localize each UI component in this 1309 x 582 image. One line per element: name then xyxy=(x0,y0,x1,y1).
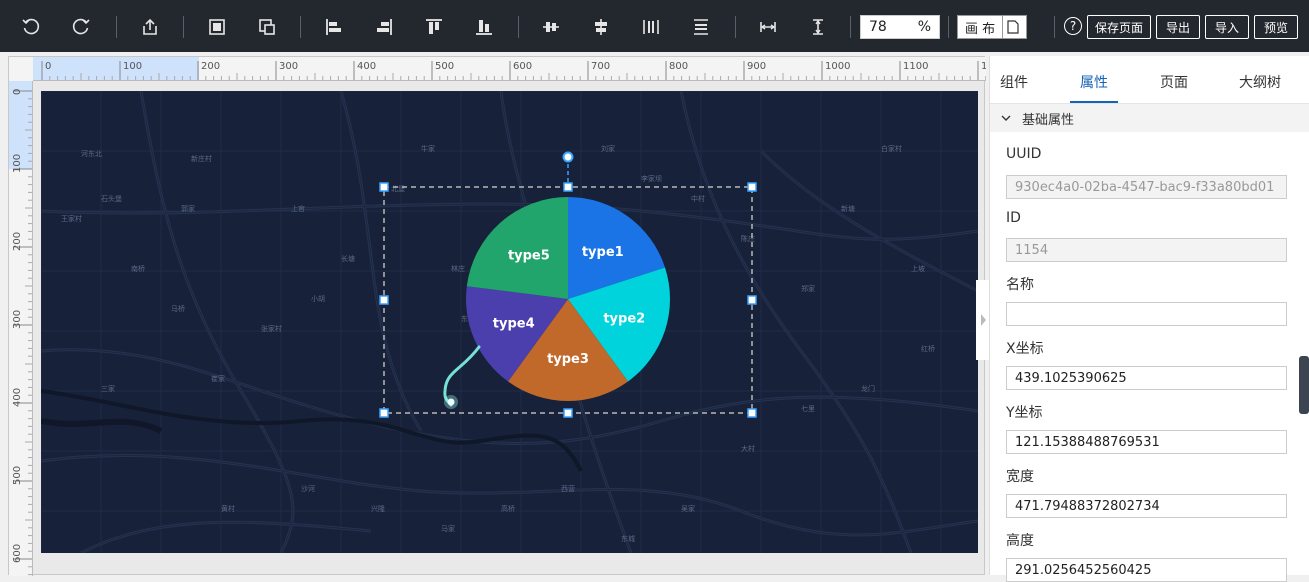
tab-properties[interactable]: 属性 xyxy=(1080,72,1108,92)
zoom-input[interactable]: 78 % xyxy=(860,15,940,39)
panel-collapse-handle[interactable] xyxy=(976,280,990,360)
height-label: 高度 xyxy=(1006,533,1034,549)
pie-slice-label: type4 xyxy=(493,316,535,331)
align-top-icon[interactable] xyxy=(421,14,447,40)
distribute-h-icon[interactable] xyxy=(638,14,664,40)
import-button[interactable]: 导入 xyxy=(1205,15,1249,39)
save-page-button[interactable]: 保存页面 xyxy=(1087,15,1151,39)
ruler-tick-label: 200 xyxy=(201,61,220,72)
send-back-icon[interactable] xyxy=(254,14,280,40)
tab-outline[interactable]: 大纲树 xyxy=(1239,72,1281,92)
align-bottom-icon[interactable] xyxy=(471,14,497,40)
glow-dot xyxy=(447,398,455,406)
pie-slice-label: type3 xyxy=(547,352,589,367)
share-icon[interactable] xyxy=(137,14,163,40)
ruler-tick-label: 0 xyxy=(12,89,23,95)
align-right-icon[interactable] xyxy=(371,14,397,40)
tab-components[interactable]: 组件 xyxy=(1000,72,1028,92)
align-center-v-icon[interactable] xyxy=(588,14,614,40)
editor-area: 010020030040050060070080090010001100120 … xyxy=(8,56,986,576)
ruler-tick-label: 400 xyxy=(357,61,376,72)
distribute-v-icon[interactable] xyxy=(688,14,714,40)
tab-page[interactable]: 页面 xyxy=(1160,72,1188,92)
name-label: 名称 xyxy=(1006,277,1034,293)
redo-icon[interactable] xyxy=(68,14,94,40)
panel-tabs: 组件 属性 页面 大纲树 xyxy=(990,56,1309,104)
zoom-value: 78 xyxy=(869,19,887,35)
ruler-tick-label: 700 xyxy=(591,61,610,72)
zoom-unit: % xyxy=(917,19,931,35)
ruler-corner xyxy=(9,57,33,81)
id-field: 1154 xyxy=(1006,238,1287,262)
equal-height-icon[interactable] xyxy=(805,14,831,40)
resize-handle[interactable] xyxy=(747,408,757,418)
undo-icon[interactable] xyxy=(18,14,44,40)
help-icon[interactable]: ? xyxy=(1064,17,1082,35)
uuid-label: UUID xyxy=(1006,146,1042,162)
resize-handle[interactable] xyxy=(563,182,573,192)
ruler-tick-label: 300 xyxy=(279,61,298,72)
canvas-stage[interactable]: 河东北石头堡王家村新庄村郭家南桥马桥三家崔家张家村上官小胡长塘北堡牛家林庄东港下… xyxy=(41,91,978,553)
ruler-tick-label: 0 xyxy=(45,61,51,72)
page-icon xyxy=(1002,16,1022,38)
align-center-h-icon[interactable] xyxy=(538,14,564,40)
resize-handle[interactable] xyxy=(379,295,389,305)
toolbar: 78 % 画 布 ? 保存页面 导出 导入 预览 xyxy=(0,0,1309,52)
pie-slice-label: type5 xyxy=(508,249,550,264)
resize-handle[interactable] xyxy=(379,408,389,418)
ruler-tick-label: 900 xyxy=(747,61,766,72)
section-title: 基础属性 xyxy=(1022,112,1075,128)
height-field[interactable]: 291.0256452560425 xyxy=(1006,558,1287,582)
x-label: X坐标 xyxy=(1006,341,1044,357)
preview-button[interactable]: 预览 xyxy=(1254,15,1298,39)
ruler-tick-label: 120 xyxy=(981,61,986,72)
canvas-button[interactable]: 画 布 xyxy=(957,15,1027,39)
export-button[interactable]: 导出 xyxy=(1156,15,1200,39)
ruler-tick-label: 300 xyxy=(12,310,23,329)
resize-handle[interactable] xyxy=(563,408,573,418)
side-scrollbar[interactable] xyxy=(1299,356,1309,414)
pie-slice-label: type1 xyxy=(582,245,624,260)
width-label: 宽度 xyxy=(1006,469,1034,485)
resize-handle[interactable] xyxy=(747,295,757,305)
ruler-tick-label: 800 xyxy=(669,61,688,72)
ruler-tick-label: 500 xyxy=(435,61,454,72)
ruler-tick-label: 200 xyxy=(12,232,23,251)
x-field[interactable]: 439.1025390625 xyxy=(1006,366,1287,390)
rotate-handle[interactable] xyxy=(562,151,574,163)
chevron-down-icon xyxy=(1001,115,1011,121)
id-label: ID xyxy=(1006,210,1021,226)
ruler-tick-label: 100 xyxy=(123,61,142,72)
y-label: Y坐标 xyxy=(1006,405,1043,421)
resize-handle[interactable] xyxy=(379,182,389,192)
name-field[interactable] xyxy=(1006,302,1287,326)
width-field[interactable]: 471.79488372802734 xyxy=(1006,494,1287,518)
y-field[interactable]: 121.15388488769531 xyxy=(1006,430,1287,454)
ruler-top[interactable]: 0 100 200 300 400 500 600 700 800 900 1000 1100 120 xyxy=(33,57,986,81)
properties-panel: 组件 属性 页面 大纲树 基础属性 UUID 930ec4a0-02ba-454… xyxy=(989,56,1309,582)
resize-handle[interactable] xyxy=(747,182,757,192)
section-basic-properties[interactable]: 基础属性 xyxy=(990,104,1309,132)
active-tab-indicator xyxy=(1070,101,1118,103)
pie-slice-label: type2 xyxy=(603,311,645,326)
bring-front-icon[interactable] xyxy=(204,14,230,40)
pie-chart[interactable]: type1 type2 type3 type4 type5 xyxy=(41,91,978,553)
canvas-label: 画 布 xyxy=(965,21,996,37)
uuid-field: 930ec4a0-02ba-4547-bac9-f33a80bd01 xyxy=(1006,175,1287,199)
ruler-tick-label: 1100 xyxy=(903,61,928,72)
equal-width-icon[interactable] xyxy=(755,14,781,40)
ruler-tick-label: 1000 xyxy=(825,61,850,72)
ruler-tick-label: 600 xyxy=(12,544,23,563)
ruler-tick-label: 600 xyxy=(513,61,532,72)
ruler-tick-label: 400 xyxy=(12,388,23,407)
ruler-tick-label: 500 xyxy=(12,466,23,485)
ruler-left[interactable]: 0 100 200 300 400 500 600 xyxy=(9,81,33,576)
ruler-tick-label: 100 xyxy=(12,154,23,173)
align-left-icon[interactable] xyxy=(321,14,347,40)
